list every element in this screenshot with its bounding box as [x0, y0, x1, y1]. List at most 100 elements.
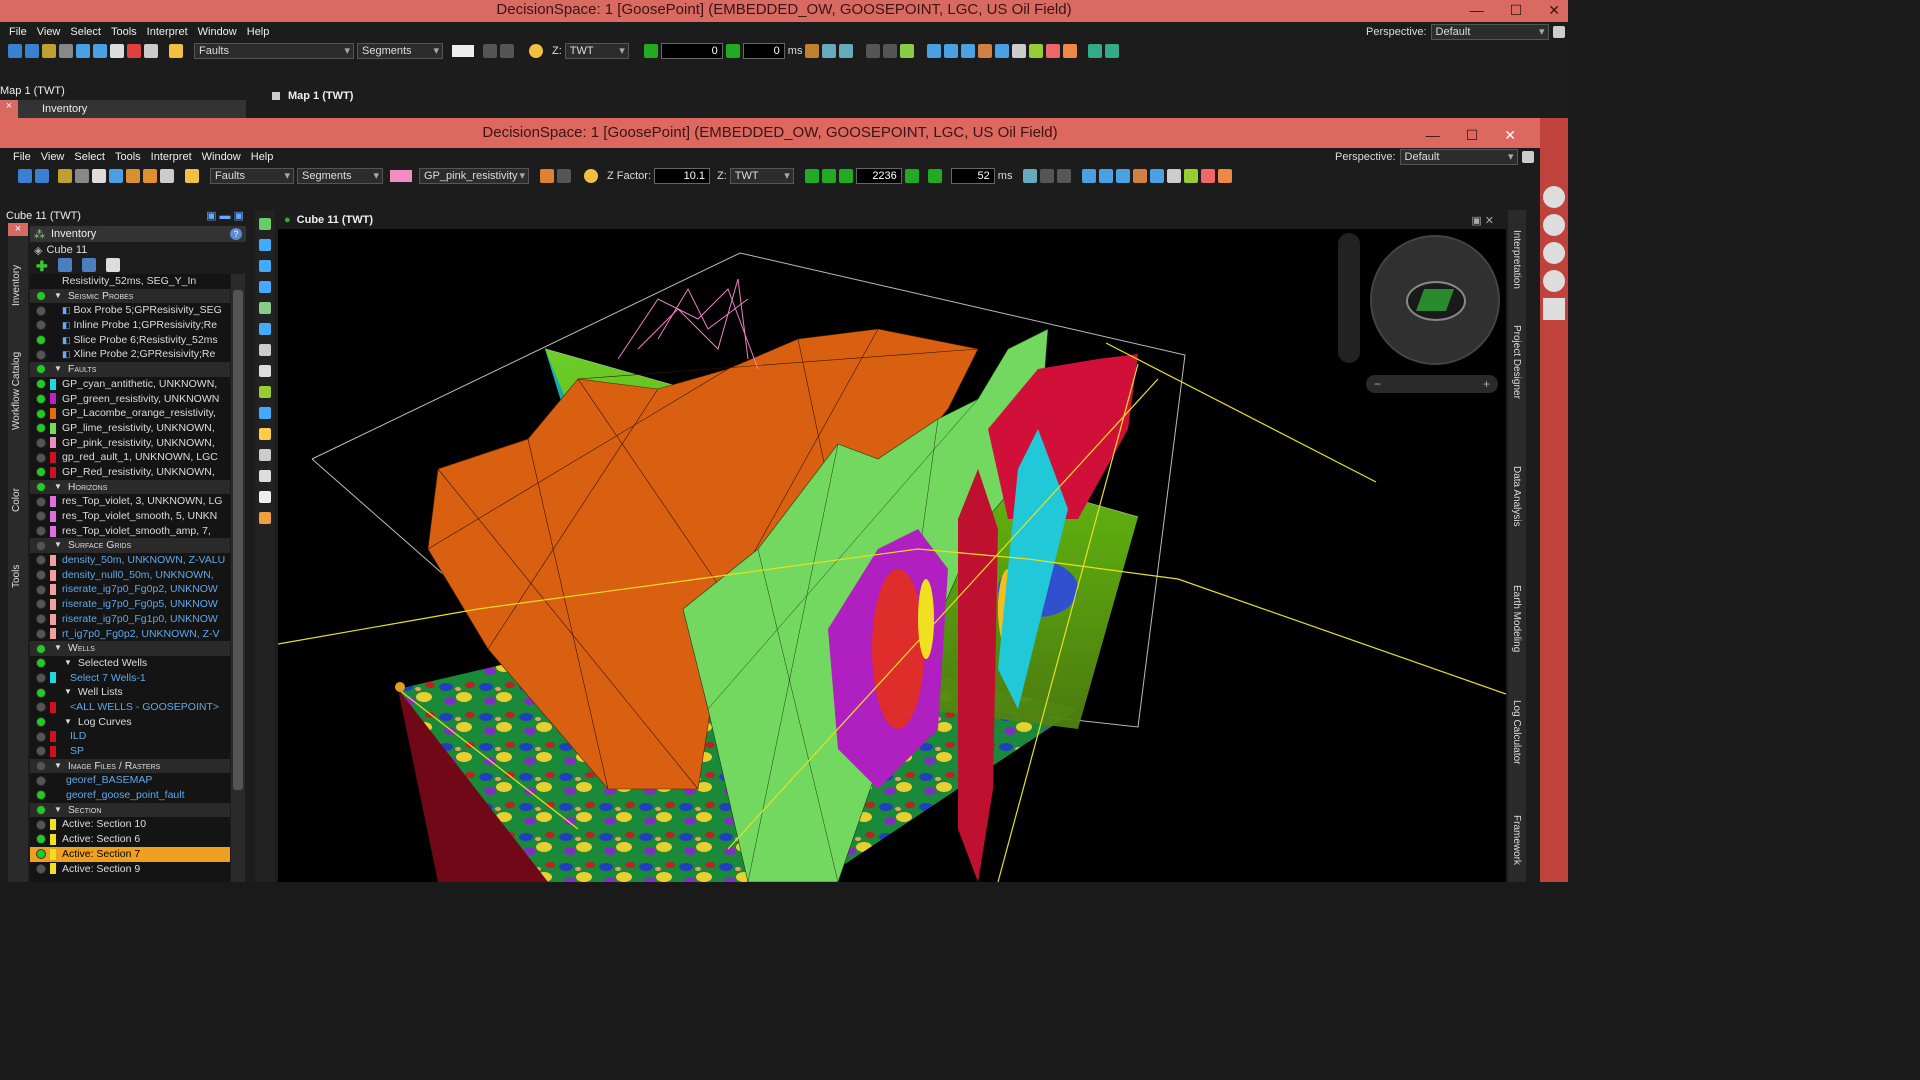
menu-file[interactable]: File [8, 149, 36, 166]
triangle-icon[interactable] [944, 44, 959, 58]
tree-subsection[interactable]: ▼ Selected Wells [30, 656, 230, 671]
tree-section[interactable]: ▼ Wells [30, 641, 230, 656]
bars-icon[interactable] [1116, 169, 1131, 183]
front-faults-combo[interactable]: Faults [210, 168, 294, 184]
tool-icon-3[interactable] [839, 44, 854, 58]
wells-icon[interactable] [978, 44, 993, 58]
view-icon[interactable] [259, 218, 271, 230]
sort-icon[interactable] [81, 258, 96, 272]
list-icon[interactable] [259, 470, 271, 482]
layer-icon[interactable] [259, 386, 271, 398]
expand-arrow-icon[interactable]: ▼ [54, 803, 62, 818]
perspective-select[interactable]: Default [1399, 149, 1518, 165]
monitor-icon[interactable] [144, 44, 158, 58]
close-icon[interactable]: ✕ [1504, 120, 1516, 150]
layer-icon[interactable] [1029, 44, 1044, 58]
menu-view[interactable]: View [32, 24, 66, 41]
arrows-icon[interactable] [126, 169, 140, 183]
tree-item[interactable]: res_Top_violet_smooth, 5, UNKN [30, 509, 230, 524]
visibility-toggle-icon[interactable] [36, 437, 46, 448]
palette-icon[interactable] [1218, 169, 1233, 183]
first-frame-icon[interactable] [804, 169, 819, 183]
table-icon[interactable] [927, 44, 942, 58]
zfactor-input[interactable]: 10.1 [654, 168, 711, 184]
visibility-toggle-icon[interactable] [36, 408, 46, 419]
folder-icon[interactable] [42, 44, 56, 58]
tree-subsection[interactable]: ▼ Well Lists [30, 685, 230, 700]
step-back-icon[interactable] [821, 169, 836, 183]
tree-section[interactable]: ▼ Surface Grids [30, 538, 230, 554]
tree-item[interactable]: ◧ Slice Probe 6;Resistivity_52ms [30, 333, 230, 348]
tab-color[interactable]: Color [11, 480, 22, 520]
help-icon[interactable]: ? [230, 228, 242, 240]
menu-select[interactable]: Select [69, 149, 110, 166]
back-z-combo[interactable]: TWT [564, 43, 629, 59]
tree-item[interactable]: density_null0_50m, UNKNOWN, [30, 568, 230, 583]
menu-interpret[interactable]: Interpret [146, 149, 197, 166]
circle-icon[interactable] [1543, 214, 1565, 236]
tree-item[interactable]: GP_lime_resistivity, UNKNOWN, [30, 421, 230, 436]
tree-item[interactable]: Active: Section 7 [30, 846, 230, 862]
copy-icon[interactable] [59, 44, 73, 58]
visibility-toggle-icon[interactable] [36, 379, 46, 390]
tree-item[interactable]: res_Top_violet_smooth_amp, 7, [30, 524, 230, 539]
tab-workflow-catalog[interactable]: Workflow Catalog [11, 346, 22, 436]
3d-viewport[interactable]: − + [278, 229, 1506, 882]
cube-view-icon[interactable] [259, 323, 271, 335]
expand-arrow-icon[interactable]: ▼ [54, 362, 62, 377]
visibility-toggle-icon[interactable] [36, 805, 46, 816]
visibility-toggle-icon[interactable] [36, 526, 46, 537]
menu-file[interactable]: File [4, 24, 32, 41]
menu-window[interactable]: Window [193, 24, 242, 41]
play-icon[interactable] [927, 169, 942, 183]
home-icon[interactable] [259, 302, 271, 314]
visibility-toggle-icon[interactable] [36, 570, 46, 581]
tree-item[interactable]: GP_cyan_antithetic, UNKNOWN, [30, 377, 230, 392]
rotate-icon[interactable] [259, 260, 271, 272]
image-icon[interactable] [259, 365, 271, 377]
tab-project-designer[interactable]: Project Designer [1511, 325, 1522, 435]
inventory-root[interactable]: ◈ Cube 11 [30, 243, 246, 257]
expand-arrow-icon[interactable]: ▼ [54, 538, 62, 553]
tree-item[interactable]: <ALL WELLS - GOOSEPOINT> [30, 700, 230, 715]
back-segments-combo[interactable]: Segments [357, 43, 443, 59]
tree-item[interactable]: SP [30, 744, 230, 759]
folder-icon[interactable] [58, 169, 72, 183]
camera-icon[interactable] [1201, 169, 1216, 183]
tab-inventory[interactable]: Inventory [11, 250, 22, 320]
visibility-toggle-icon[interactable] [36, 628, 46, 639]
perspective-icon[interactable] [1521, 151, 1534, 163]
slice-input[interactable]: 2236 [855, 168, 902, 184]
dots-icon[interactable] [1167, 169, 1182, 183]
tool-icon-1[interactable] [1023, 169, 1038, 183]
zoom-icon[interactable] [259, 239, 271, 251]
grid-icon[interactable] [110, 44, 124, 58]
prev-icon[interactable] [838, 169, 853, 183]
globe-icon[interactable] [109, 169, 123, 183]
tree-item[interactable]: georef_goose_point_fault [30, 788, 230, 803]
tree-subsection[interactable]: ▼ Log Curves [30, 715, 230, 730]
viewport-close-icon[interactable]: ▣ ✕ [1471, 214, 1494, 227]
sun-icon[interactable] [584, 169, 598, 183]
close-icon[interactable]: × [8, 222, 28, 236]
visibility-toggle-icon[interactable] [36, 614, 46, 625]
bookmark-icon-2[interactable] [883, 44, 898, 58]
tree-item[interactable]: ◧ Inline Probe 1;GPResisivity;Re [30, 318, 230, 333]
ms-input[interactable]: 52 [950, 168, 995, 184]
panel-controls-icon[interactable]: ▣ ▬ ▣ [206, 209, 244, 223]
tree-item[interactable]: res_Top_violet, 3, UNKNOWN, LG [30, 494, 230, 509]
tab-earth-modeling[interactable]: Earth Modeling [1511, 585, 1522, 665]
expand-arrow-icon[interactable]: ▼ [54, 289, 62, 304]
list-icon[interactable] [995, 44, 1010, 58]
visibility-toggle-icon[interactable] [36, 687, 46, 698]
menu-view[interactable]: View [36, 149, 70, 166]
visibility-toggle-icon[interactable] [36, 393, 46, 404]
tree-item[interactable]: GP_pink_resistivity, UNKNOWN, [30, 436, 230, 451]
tab-interpretation[interactable]: Interpretation [1511, 230, 1522, 310]
tree-item[interactable]: riserate_ig7p0_Fg0p2, UNKNOW [30, 582, 230, 597]
menu-interpret[interactable]: Interpret [142, 24, 193, 41]
tree-item[interactable]: Select 7 Wells-1 [30, 671, 230, 686]
tree-item[interactable]: density_50m, UNKNOWN, Z-VALU [30, 553, 230, 568]
front-color-combo[interactable]: GP_pink_resistivity [419, 168, 529, 184]
redo-icon[interactable] [557, 169, 571, 183]
